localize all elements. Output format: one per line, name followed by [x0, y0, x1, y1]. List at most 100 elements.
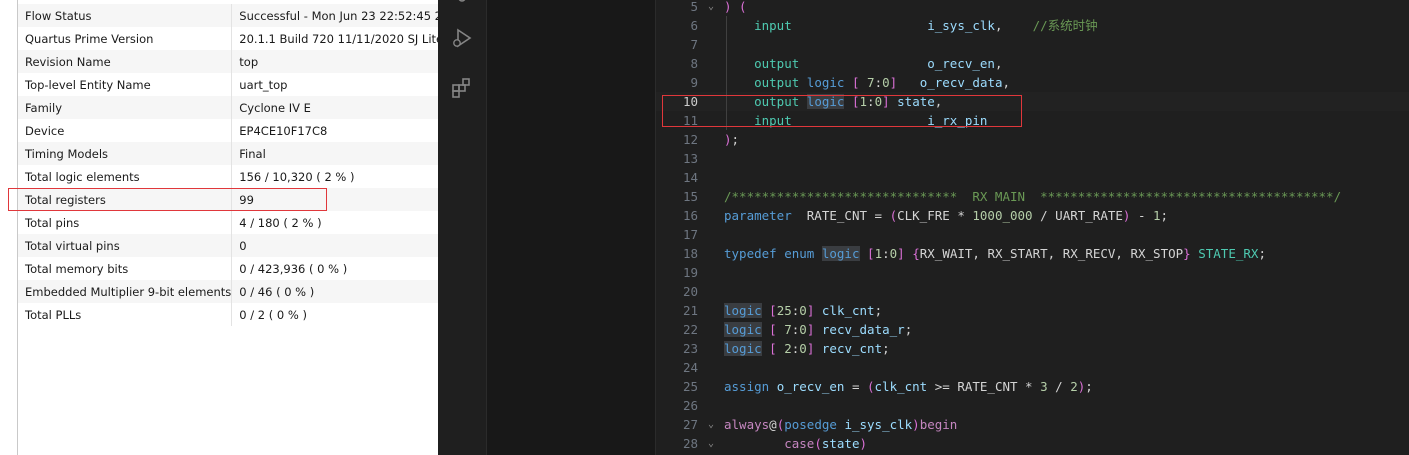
- code-token: ;: [1085, 379, 1093, 394]
- line-number: 16: [682, 208, 698, 223]
- extensions-icon[interactable]: [450, 76, 474, 100]
- summary-row[interactable]: Family Cyclone IV E: [18, 96, 438, 119]
- summary-row[interactable]: Timing Models Final: [18, 142, 438, 165]
- summary-row[interactable]: Total PLLs 0 / 2 ( 0 % ): [18, 303, 438, 326]
- summary-value: Final: [231, 142, 438, 165]
- line-number: 21: [682, 303, 698, 318]
- summary-row[interactable]: Quartus Prime Version 20.1.1 Build 720 11…: [18, 27, 438, 50]
- code-line[interactable]: 26: [656, 396, 1409, 415]
- highlight-box-state-line: [662, 95, 1022, 127]
- summary-value: 0 / 46 ( 0 % ): [231, 280, 438, 303]
- code-token: o_recv_data: [919, 75, 1003, 90]
- summary-value: 0: [231, 234, 438, 257]
- summary-row[interactable]: Revision Name top: [18, 50, 438, 73]
- code-token: 0: [799, 341, 807, 356]
- code-token: ,: [1002, 75, 1011, 90]
- code-line[interactable]: 14: [656, 168, 1409, 187]
- code-line[interactable]: 18 typedef enum logic [1:0] {RX_WAIT, RX_…: [656, 244, 1409, 263]
- code-token: /****************************** RX MAIN …: [724, 189, 1342, 204]
- code-token: [: [769, 341, 777, 356]
- code-line[interactable]: 22 logic [ 7:0] recv_data_r;: [656, 320, 1409, 339]
- code-token: ;: [904, 322, 913, 337]
- code-line[interactable]: 24: [656, 358, 1409, 377]
- code-line[interactable]: 21 logic [25:0] clk_cnt;: [656, 301, 1409, 320]
- code-line[interactable]: 23 logic [ 2:0] recv_cnt;: [656, 339, 1409, 358]
- code-token: logic: [724, 303, 762, 318]
- code-token: @: [769, 417, 777, 432]
- code-text: output o_recv_en,: [724, 54, 1002, 73]
- summary-value: EP4CE10F17C8: [231, 119, 438, 142]
- code-token: CLK_FRE *: [897, 208, 973, 223]
- code-text: logic [ 7:0] recv_data_r;: [724, 320, 912, 339]
- summary-row[interactable]: Top-level Entity Name uart_top: [18, 73, 438, 96]
- code-token: logic: [724, 341, 762, 356]
- summary-row[interactable]: Embedded Multiplier 9-bit elements 0 / 46…: [18, 280, 438, 303]
- summary-row[interactable]: Total memory bits 0 / 423,936 ( 0 % ): [18, 257, 438, 280]
- code-line[interactable]: 25 assign o_recv_en = (clk_cnt >= RATE_CN…: [656, 377, 1409, 396]
- source-control-icon[interactable]: [450, 0, 474, 16]
- code-text: assign o_recv_en = (clk_cnt >= RATE_CNT …: [724, 377, 1093, 396]
- code-line[interactable]: 16 parameter RATE_CNT = (CLK_FRE * 1000_0…: [656, 206, 1409, 225]
- code-token: RATE_CNT =: [791, 208, 890, 223]
- summary-value: Cyclone IV E: [231, 96, 438, 119]
- code-editor[interactable]: 5 ⌄) (6 input i_sys_clk, //系统时钟 7 8 output …: [656, 0, 1409, 455]
- side-bar: [487, 0, 655, 455]
- code-token: enum: [784, 246, 815, 261]
- line-number: 5: [690, 0, 698, 14]
- code-token: 0: [799, 303, 807, 318]
- summary-key: Total memory bits: [25, 261, 129, 276]
- code-token: 2: [776, 341, 792, 356]
- code-line[interactable]: 13: [656, 149, 1409, 168]
- run-and-debug-icon[interactable]: [450, 26, 474, 50]
- code-line[interactable]: 7: [656, 35, 1409, 54]
- code-token: //系统时钟: [1032, 18, 1098, 33]
- code-token: case: [784, 436, 815, 451]
- code-line[interactable]: 17: [656, 225, 1409, 244]
- summary-row[interactable]: Total virtual pins 0: [18, 234, 438, 257]
- code-token: ): [859, 436, 868, 451]
- code-token: 2: [1070, 379, 1078, 394]
- line-number: 9: [690, 75, 698, 90]
- code-token: begin: [919, 417, 958, 432]
- code-line[interactable]: 20: [656, 282, 1409, 301]
- code-line[interactable]: 12);: [656, 130, 1409, 149]
- summary-row[interactable]: Flow Status Successful - Mon Jun 23 22:52…: [18, 4, 438, 27]
- code-line[interactable]: 27 ⌄ always@(posedge i_sys_clk)begin: [656, 415, 1409, 434]
- summary-row[interactable]: Total pins 4 / 180 ( 2 % ): [18, 211, 438, 234]
- flow-summary-table: Flow Status Successful - Mon Jun 23 22:52…: [18, 4, 438, 326]
- fold-chevron-icon[interactable]: ⌄: [708, 434, 718, 453]
- code-line[interactable]: 28 ⌄ case(state): [656, 434, 1409, 453]
- code-line[interactable]: 6 input i_sys_clk, //系统时钟: [656, 16, 1409, 35]
- code-token: assign: [724, 379, 770, 394]
- line-number: 19: [682, 265, 698, 280]
- summary-row[interactable]: Device EP4CE10F17C8: [18, 119, 438, 142]
- code-line[interactable]: 9 output logic [ 7:0] o_recv_data,: [656, 73, 1409, 92]
- fold-chevron-icon[interactable]: ⌄: [708, 415, 718, 434]
- code-line[interactable]: 5 ⌄) (: [656, 0, 1409, 16]
- code-token: posedge: [784, 417, 837, 432]
- code-token: >= RATE_CNT *: [927, 379, 1041, 394]
- code-token: 0: [882, 75, 890, 90]
- code-token: 7: [859, 75, 875, 90]
- code-line[interactable]: 8 output o_recv_en,: [656, 54, 1409, 73]
- code-token: recv_cnt: [821, 341, 883, 356]
- code-line[interactable]: 19: [656, 263, 1409, 282]
- code-token: {: [912, 246, 920, 261]
- summary-value: Successful - Mon Jun 23 22:52:45 20: [231, 4, 438, 27]
- line-number: 24: [682, 360, 698, 375]
- code-line[interactable]: 15 /****************************** RX MAI…: [656, 187, 1409, 206]
- fold-chevron-icon[interactable]: ⌄: [708, 0, 718, 16]
- summary-row[interactable]: Total logic elements 156 / 10,320 ( 2 % ): [18, 165, 438, 188]
- code-text: logic [25:0] clk_cnt;: [724, 301, 882, 320]
- line-number: 17: [682, 227, 698, 242]
- code-token: i_sys_clk: [844, 417, 913, 432]
- summary-key: Quartus Prime Version: [25, 31, 154, 46]
- code-text: output logic [ 7:0] o_recv_data,: [724, 73, 1010, 92]
- code-token: clk_cnt: [874, 379, 928, 394]
